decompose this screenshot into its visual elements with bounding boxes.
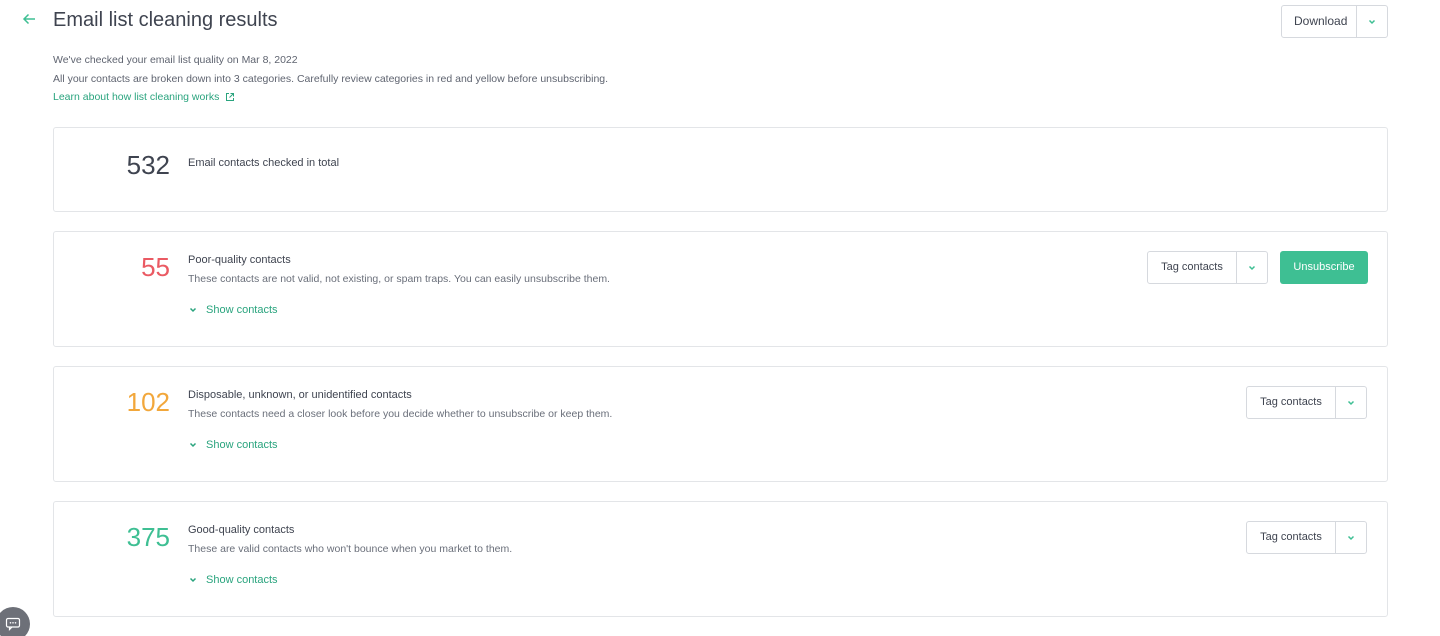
show-contacts-label: Show contacts — [206, 304, 278, 316]
tag-contacts-group: Tag contacts — [1147, 251, 1268, 284]
poor-quality-title: Poor-quality contacts — [188, 254, 291, 266]
tag-options-button[interactable] — [1336, 387, 1366, 418]
good-quality-count: 375 — [126, 522, 170, 552]
chevron-down-icon — [189, 577, 197, 583]
learn-more-label: Learn about how list cleaning works — [53, 91, 220, 103]
chevron-down-icon — [1248, 265, 1256, 270]
chevron-down-icon — [1347, 535, 1355, 540]
show-contacts-label: Show contacts — [206, 574, 278, 586]
poor-quality-count: 55 — [141, 252, 170, 282]
external-link-icon — [226, 93, 235, 101]
good-quality-card: 375 Good-quality contacts These are vali… — [53, 501, 1388, 617]
download-button-group: Download — [1281, 5, 1388, 38]
unknown-title: Disposable, unknown, or unidentified con… — [188, 389, 412, 401]
chevron-down-icon — [189, 307, 197, 313]
tag-contacts-button[interactable]: Tag contacts — [1148, 252, 1237, 283]
total-count: 532 — [126, 150, 170, 180]
download-button[interactable]: Download — [1282, 6, 1357, 37]
poor-quality-description: These contacts are not valid, not existi… — [188, 273, 610, 285]
tag-contacts-button[interactable]: Tag contacts — [1247, 387, 1336, 418]
show-poor-contacts-link[interactable]: Show contacts — [188, 304, 278, 316]
good-quality-title: Good-quality contacts — [188, 524, 295, 536]
back-arrow-icon[interactable] — [18, 10, 40, 32]
page-title: Email list cleaning results — [53, 9, 278, 31]
unknown-description: These contacts need a closer look before… — [188, 408, 613, 420]
chevron-down-icon — [1347, 400, 1355, 405]
download-options-button[interactable] — [1357, 6, 1387, 37]
show-good-contacts-link[interactable]: Show contacts — [188, 574, 278, 586]
unsubscribe-button[interactable]: Unsubscribe — [1280, 251, 1368, 284]
unknown-contacts-card: 102 Disposable, unknown, or unidentified… — [53, 366, 1388, 482]
good-quality-description: These are valid contacts who won't bounc… — [188, 543, 513, 555]
tag-contacts-group: Tag contacts — [1246, 521, 1367, 554]
show-contacts-label: Show contacts — [206, 439, 278, 451]
total-label: Email contacts checked in total — [188, 157, 340, 169]
checked-date-text: We've checked your email list quality on… — [53, 54, 298, 66]
learn-more-link[interactable]: Learn about how list cleaning works — [53, 91, 235, 103]
unknown-count: 102 — [126, 387, 170, 417]
chat-icon — [5, 617, 21, 631]
categories-info-text: All your contacts are broken down into 3… — [53, 73, 609, 85]
chat-widget-button[interactable] — [0, 607, 30, 636]
tag-contacts-button[interactable]: Tag contacts — [1247, 522, 1336, 553]
chevron-down-icon — [189, 442, 197, 448]
tag-options-button[interactable] — [1237, 252, 1267, 283]
tag-options-button[interactable] — [1336, 522, 1366, 553]
show-unknown-contacts-link[interactable]: Show contacts — [188, 439, 278, 451]
poor-quality-card: 55 Poor-quality contacts These contacts … — [53, 231, 1388, 347]
tag-contacts-group: Tag contacts — [1246, 386, 1367, 419]
total-contacts-card: 532 Email contacts checked in total — [53, 127, 1388, 212]
chevron-down-icon — [1368, 19, 1376, 24]
